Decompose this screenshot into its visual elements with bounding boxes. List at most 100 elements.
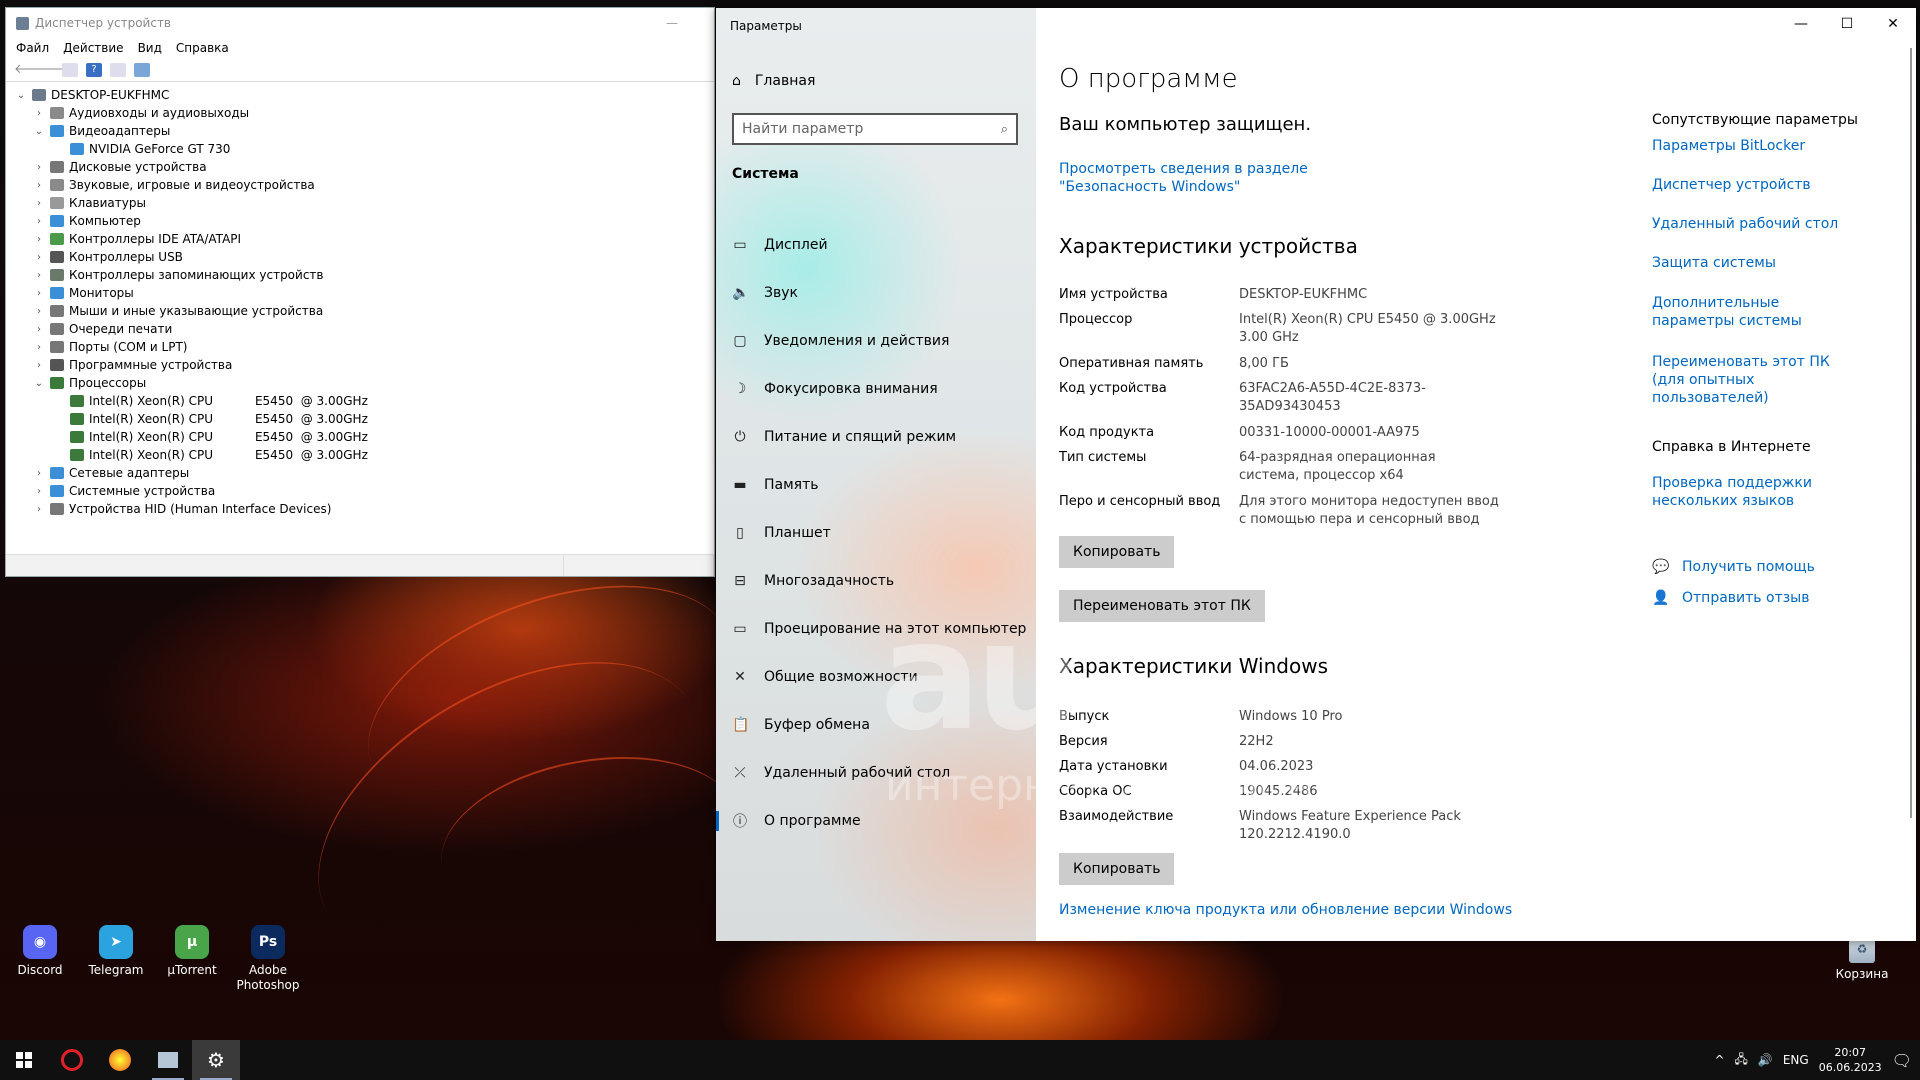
chevron-right-icon[interactable]: ›	[32, 216, 46, 227]
system-protection-link[interactable]: Защита системы	[1652, 254, 1862, 272]
tree-node[interactable]: › Компьютер	[14, 212, 714, 230]
bitlocker-link[interactable]: Параметры BitLocker	[1652, 137, 1862, 155]
desktop-icon[interactable]: ◉ Discord	[8, 925, 72, 993]
chevron-right-icon[interactable]: ›	[32, 288, 46, 299]
tree-node[interactable]: › Мониторы	[14, 284, 714, 302]
device-manager-link[interactable]: Диспетчер устройств	[1652, 176, 1862, 194]
taskbar-settings[interactable]: ⚙	[192, 1040, 240, 1080]
minimize-icon[interactable]: —	[666, 16, 678, 30]
monitor-icon[interactable]	[134, 62, 150, 77]
change-product-key-link[interactable]: Изменение ключа продукта или обновление …	[1059, 902, 1512, 918]
clock[interactable]: 20:07 06.06.2023	[1819, 1045, 1882, 1075]
advanced-system-settings-link[interactable]: Дополнительные параметры системы	[1652, 294, 1862, 330]
copy-device-specs-button[interactable]: Копировать	[1059, 536, 1175, 568]
tree-node[interactable]: ⌄ DESKTOP-EUKFHMC	[14, 86, 714, 104]
tree-node[interactable]: Intel(R) Xeon(R) CPU E5450 @ 3.00GHz	[14, 428, 714, 446]
tree-node[interactable]: ⌄ Процессоры	[14, 374, 714, 392]
nav-power[interactable]: ⏻ Питание и спящий режим	[716, 413, 1036, 461]
nav-tablet[interactable]: ▯ Планшет	[716, 509, 1036, 557]
maximize-icon[interactable]: ☐	[1824, 8, 1870, 40]
search-icon[interactable]: ⌕	[1001, 122, 1008, 137]
chevron-down-icon[interactable]: ⌄	[32, 378, 46, 389]
tree-node[interactable]: › Контроллеры USB	[14, 248, 714, 266]
chevron-right-icon[interactable]: ›	[32, 486, 46, 497]
copy-windows-specs-button[interactable]: Копировать	[1059, 853, 1175, 885]
menu-item[interactable]: Справка	[176, 41, 229, 55]
taskbar-yandex-browser[interactable]	[96, 1040, 144, 1080]
tree-node[interactable]: › Очереди печати	[14, 320, 714, 338]
tree-node[interactable]: › Контроллеры запоминающих устройств	[14, 266, 714, 284]
tree-node[interactable]: › Контроллеры IDE ATA/ATAPI	[14, 230, 714, 248]
chevron-right-icon[interactable]: ›	[32, 162, 46, 173]
chevron-right-icon[interactable]: ›	[32, 180, 46, 191]
tree-node[interactable]: › Клавиатуры	[14, 194, 714, 212]
nav-home[interactable]: ⌂ Главная	[732, 73, 815, 89]
menu-item[interactable]: Действие	[63, 41, 123, 55]
chevron-right-icon[interactable]: ›	[32, 306, 46, 317]
taskbar-device-manager[interactable]	[144, 1040, 192, 1080]
taskbar-opera[interactable]	[48, 1040, 96, 1080]
tree-node[interactable]: › Порты (COM и LPT)	[14, 338, 714, 356]
get-help-link[interactable]: 💬 Получить помощь	[1652, 558, 1882, 576]
scrollbar[interactable]	[1910, 48, 1912, 818]
tree-node[interactable]: › Системные устройства	[14, 482, 714, 500]
start-button[interactable]	[0, 1040, 48, 1080]
nav-display[interactable]: ▭ Дисплей	[716, 221, 1036, 269]
tree-node[interactable]: › Мыши и иные указывающие устройства	[14, 302, 714, 320]
view-icon[interactable]	[110, 62, 126, 77]
chevron-right-icon[interactable]: ›	[32, 342, 46, 353]
desktop-icon[interactable]: ➤ Telegram	[84, 925, 148, 993]
tree-node[interactable]: ⌄ Видеоадаптеры	[14, 122, 714, 140]
tree-node[interactable]: Intel(R) Xeon(R) CPU E5450 @ 3.00GHz	[14, 410, 714, 428]
language-support-link[interactable]: Проверка поддержки нескольких языков	[1652, 474, 1862, 510]
tree-node[interactable]: › Программные устройства	[14, 356, 714, 374]
nav-notifications[interactable]: ▢ Уведомления и действия	[716, 317, 1036, 365]
chevron-right-icon[interactable]: ›	[32, 252, 46, 263]
nav-storage[interactable]: ▬ Память	[716, 461, 1036, 509]
tree-node[interactable]: NVIDIA GeForce GT 730	[14, 140, 714, 158]
remote-desktop-link[interactable]: Удаленный рабочий стол	[1652, 215, 1862, 233]
chevron-up-icon[interactable]: ^	[1714, 1053, 1724, 1067]
tree-node[interactable]: Intel(R) Xeon(R) CPU E5450 @ 3.00GHz	[14, 446, 714, 464]
settings-search-input[interactable]: Найти параметр ⌕	[732, 113, 1018, 145]
tree-node[interactable]: › Аудиовходы и аудиовыходы	[14, 104, 714, 122]
chevron-right-icon[interactable]: ›	[32, 504, 46, 515]
chevron-right-icon[interactable]: ›	[32, 108, 46, 119]
properties-icon[interactable]	[62, 62, 78, 77]
nav-focus[interactable]: ☽ Фокусировка внимания	[716, 365, 1036, 413]
windows-security-link[interactable]: Просмотреть сведения в разделе "Безопасн…	[1059, 160, 1399, 196]
menu-item[interactable]: Вид	[138, 41, 162, 55]
chevron-right-icon[interactable]: ›	[32, 324, 46, 335]
help-icon[interactable]: ?	[86, 62, 102, 77]
language-indicator[interactable]: ENG	[1783, 1053, 1809, 1067]
chevron-right-icon[interactable]: ›	[32, 468, 46, 479]
desktop-icon[interactable]: µ µTorrent	[160, 925, 224, 993]
tree-node[interactable]: Intel(R) Xeon(R) CPU E5450 @ 3.00GHz	[14, 392, 714, 410]
chevron-right-icon[interactable]: ›	[32, 270, 46, 281]
notifications-icon[interactable]: 🗨	[1892, 1051, 1912, 1070]
tree-node[interactable]: › Дисковые устройства	[14, 158, 714, 176]
chevron-right-icon[interactable]: ›	[32, 234, 46, 245]
chevron-down-icon[interactable]: ⌄	[14, 90, 28, 101]
minimize-icon[interactable]: —	[1778, 8, 1824, 40]
back-arrow-icon[interactable]: 🡐	[14, 62, 49, 77]
chevron-down-icon[interactable]: ⌄	[32, 126, 46, 137]
network-icon[interactable]: 🖧	[1735, 1050, 1748, 1071]
tree-node[interactable]: › Сетевые адаптеры	[14, 464, 714, 482]
rename-pc-advanced-link[interactable]: Переименовать этот ПК (для опытных польз…	[1652, 353, 1862, 407]
send-feedback-link[interactable]: 👤 Отправить отзыв	[1652, 589, 1882, 607]
menu-item[interactable]: Файл	[16, 41, 49, 55]
close-icon[interactable]: ✕	[1870, 8, 1916, 40]
tree-node[interactable]: › Звуковые, игровые и видеоустройства	[14, 176, 714, 194]
device-manager-titlebar[interactable]: Диспетчер устройств —	[6, 8, 714, 38]
chevron-right-icon[interactable]: ›	[32, 360, 46, 371]
device-manager-window[interactable]: Диспетчер устройств — Файл Действие Вид Спр…	[5, 7, 715, 577]
nav-sound[interactable]: 🔈 Звук	[716, 269, 1036, 317]
tree-node[interactable]: › Устройства HID (Human Interface Devices…	[14, 500, 714, 518]
forward-arrow-icon[interactable]: 🡒	[38, 62, 73, 77]
volume-icon[interactable]: 🔊	[1758, 1053, 1773, 1067]
rename-pc-button[interactable]: Переименовать этот ПК	[1059, 590, 1265, 622]
chevron-right-icon[interactable]: ›	[32, 198, 46, 209]
recycle-bin[interactable]: ♻ Корзина	[1830, 935, 1894, 981]
desktop-icon[interactable]: Ps Adobe Photoshop	[236, 925, 300, 993]
